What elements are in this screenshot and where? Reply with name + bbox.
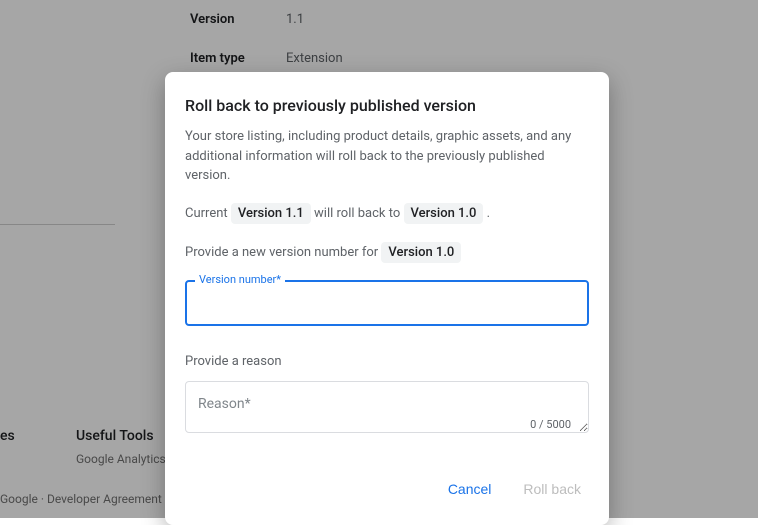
version-rollback-line: Current Version 1.1 will roll back to Ve… bbox=[185, 202, 589, 225]
dialog-description: Your store listing, including product de… bbox=[185, 127, 589, 186]
version-number-label: Version number* bbox=[195, 273, 285, 286]
reason-input[interactable] bbox=[185, 381, 589, 433]
character-count: 0 / 5000 bbox=[530, 418, 571, 431]
version-number-field: Version number* bbox=[185, 280, 589, 326]
new-version-chip: Version 1.0 bbox=[381, 242, 461, 263]
version-number-input[interactable] bbox=[185, 280, 589, 326]
target-version-chip: Version 1.0 bbox=[404, 203, 484, 224]
text-current-prefix: Current bbox=[185, 206, 231, 221]
rollback-dialog: Roll back to previously published versio… bbox=[165, 72, 609, 525]
dialog-actions: Cancel Roll back bbox=[165, 449, 609, 517]
text-rollback-suffix: . bbox=[487, 206, 490, 221]
reason-field: 0 / 5000 bbox=[185, 381, 589, 437]
cancel-button[interactable]: Cancel bbox=[436, 473, 504, 505]
text-rollback-mid: will roll back to bbox=[314, 206, 403, 221]
current-version-chip: Version 1.1 bbox=[231, 203, 311, 224]
reason-section-label: Provide a reason bbox=[185, 354, 589, 369]
dialog-title: Roll back to previously published versio… bbox=[185, 96, 589, 115]
dialog-content: Roll back to previously published versio… bbox=[165, 96, 609, 437]
new-version-prefix: Provide a new version number for bbox=[185, 245, 381, 260]
rollback-button[interactable]: Roll back bbox=[511, 473, 593, 505]
new-version-line: Provide a new version number for Version… bbox=[185, 241, 589, 264]
